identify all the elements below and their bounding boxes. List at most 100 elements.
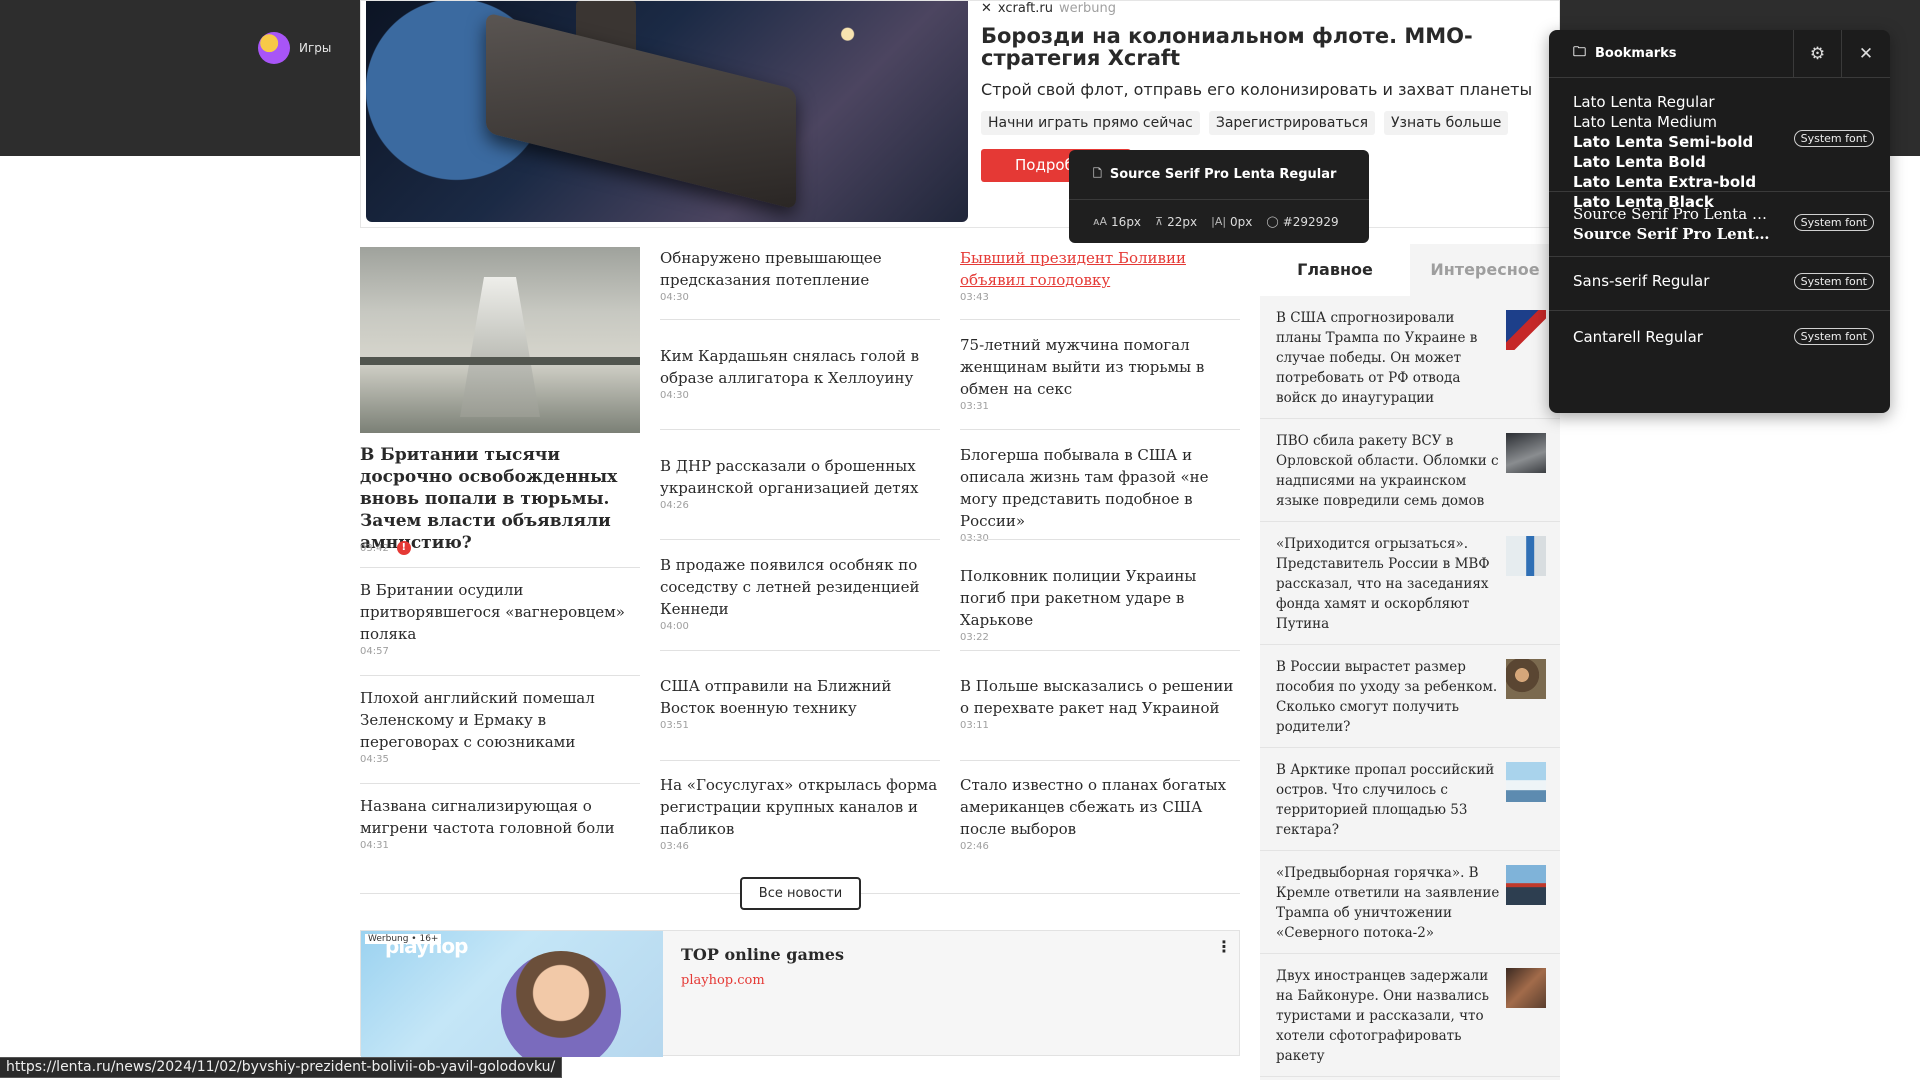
bookmark-font: Source Serif Pro Lenta Bla... [1573,225,1778,243]
bookmark-group-cantarell[interactable]: Cantarell Regular System font [1549,311,1890,365]
ad-title[interactable]: Борозди на колониальном флоте. ММО-страт… [981,25,1541,69]
news-item[interactable]: В ДНР рассказали о брошенных украинской … [660,455,940,511]
system-font-pill: System font [1793,328,1874,345]
divider [660,539,940,540]
bottom-ad-label: Werbung • 16+ [365,934,442,944]
news-item-time: 04:00 [660,621,689,632]
news-item-title: США отправили на Ближний Восток военную … [660,677,892,717]
news-item-title: Полковник полиции Украины погиб при раке… [960,567,1197,629]
news-item[interactable]: В продаже появился особняк по соседству … [660,554,940,632]
news-item[interactable]: США отправили на Ближний Восток военную … [660,675,940,731]
all-news-button[interactable]: Все новости [740,877,861,910]
news-item[interactable]: 75-летний мужчина помогал женщинам выйти… [960,334,1240,412]
sidebar-item[interactable]: В России вырастет размер пособия по уход… [1260,645,1560,748]
divider [960,650,1240,651]
bookmark-font: Lato Lenta Extra-bold [1573,173,1757,191]
ad-link-learn-more[interactable]: Узнать больше [1384,111,1509,135]
news-item-time: 04:30 [660,292,689,303]
news-item-title: Блогерша побывала в США и описала жизнь … [960,446,1209,530]
system-font-pill: System font [1793,273,1874,290]
bottom-ad-image[interactable]: playhop Werbung • 16+ [361,931,663,1057]
news-item[interactable]: В Британии осудили притворявшегося «вагн… [360,579,640,657]
sidebar-item[interactable]: «Предвыборная горячка». В Кремле ответил… [1260,851,1560,954]
more-options-icon[interactable]: ⋮ [1216,937,1232,956]
tab-interesting[interactable]: Интересное [1410,244,1560,296]
news-item-time: 03:11 [960,720,989,731]
sidebar-list: В США спрогнозировали планы Трампа по Ук… [1260,296,1560,1077]
news-item-time: 02:46 [960,841,989,852]
xcraft-logo-icon: ✕ [981,1,992,16]
sidebar-item-title: «Приходится огрызаться». Представитель Р… [1276,536,1490,632]
news-item-title: Обнаружено превышающее предсказания поте… [660,249,882,289]
line-height-metric: ⊼ 22px [1155,215,1197,229]
news-item-title: В Британии осудили притворявшегося «вагн… [360,581,625,643]
page-content: ✕ xcraft.ru werbung Борозди на колониаль… [360,0,1560,1080]
sidebar-item[interactable]: В Арктике пропал российский остров. Что … [1260,748,1560,851]
bookmarks-title: 🗀 Bookmarks [1549,30,1794,77]
bookmark-group-source-serif[interactable]: Source Serif Pro Lenta Reg... Source Ser… [1549,192,1890,257]
divider [360,675,640,676]
news-item[interactable]: На «Госуслугах» открылась форма регистра… [660,774,940,852]
sidebar-item[interactable]: «Приходится огрызаться». Представитель Р… [1260,522,1560,645]
bookmark-font: Lato Lenta Regular [1573,93,1715,111]
sidebar-tabs: Главное Интересное [1260,244,1560,296]
news-item[interactable]: Ким Кардашьян снялась голой в образе алл… [660,345,940,401]
settings-gear-icon[interactable]: ⚙ [1794,30,1842,77]
font-size-metric: ᴀA 16px [1093,215,1141,229]
lead-story-image[interactable] [360,247,640,433]
tooltip-metrics: ᴀA 16px ⊼ 22px |A| 0px ◯ #292929 [1069,200,1369,243]
bookmark-font: Lato Lenta Bold [1573,153,1706,171]
sidebar-thumbnail [1506,762,1546,802]
prison-rail [360,357,640,365]
bookmark-group-lato[interactable]: Lato Lenta Regular Lato Lenta Medium Lat… [1549,78,1890,211]
status-bar-url: https://lenta.ru/news/2024/11/02/byvshiy… [0,1057,563,1078]
sidebar-item-title: Двух иностранцев задержали на Байконуре.… [1276,968,1489,1064]
news-item-time: 03:31 [960,401,989,412]
bottom-ad-person [501,951,621,1057]
bottom-ad-title[interactable]: TOP online games [681,945,844,964]
ad-link-play[interactable]: Начни играть прямо сейчас [981,111,1200,135]
news-item[interactable]: Обнаружено превышающее предсказания поте… [660,247,940,303]
ad-source[interactable]: ✕ xcraft.ru werbung [981,1,1116,16]
news-item-time: 04:31 [360,840,389,851]
line-height-icon: ⊼ [1155,215,1164,228]
lead-story-time: 03:42 [360,542,389,554]
games-link[interactable]: Игры [258,32,331,64]
bottom-ad[interactable]: playhop Werbung • 16+ TOP online games p… [360,930,1240,1057]
news-item[interactable]: В Польше высказались о решении о перехва… [960,675,1240,731]
tab-main[interactable]: Главное [1260,244,1410,296]
divider [960,319,1240,320]
sidebar-item-title: «Предвыборная горячка». В Кремле ответил… [1276,865,1500,941]
sidebar-item[interactable]: В США спрогнозировали планы Трампа по Ук… [1260,296,1560,419]
lead-story-meta: 03:42 ! [360,541,411,555]
font-size-icon: ᴀA [1093,215,1108,228]
news-item-title: Названа сигнализирующая о мигрени частот… [360,797,615,837]
news-item[interactable]: Полковник полиции Украины погиб при раке… [960,565,1240,643]
font-size-value: 16px [1111,214,1142,229]
news-item-highlighted[interactable]: Бывший президент Боливии объявил голодов… [960,247,1240,303]
top-ad[interactable]: ✕ xcraft.ru werbung Борозди на колониаль… [360,0,1560,228]
sidebar-thumbnail [1506,865,1546,905]
lead-story-title[interactable]: В Британии тысячи досрочно освобожденных… [360,444,640,554]
sidebar-thumbnail [1506,659,1546,699]
news-item[interactable]: Блогерша побывала в США и описала жизнь … [960,444,1240,544]
news-item-title: Стало известно о планах богатых американ… [960,776,1227,838]
news-item-title: Бывший президент Боливии объявил голодов… [960,249,1186,289]
sidebar-item-title: В США спрогнозировали планы Трампа по Ук… [1276,310,1478,406]
font-inspector-tooltip: 🗋 Source Serif Pro Lenta Regular ᴀA 16px … [1069,150,1369,243]
ad-description: Строй свой флот, отправь его колонизиров… [981,80,1533,99]
games-label: Игры [299,41,332,55]
news-item[interactable]: Названа сигнализирующая о мигрени частот… [360,795,640,851]
bottom-ad-url[interactable]: playhop.com [681,973,765,988]
news-item[interactable]: Плохой английский помешал Зеленскому и Е… [360,687,640,765]
news-item-title: Ким Кардашьян снялась голой в образе алл… [660,347,920,387]
ad-image[interactable] [366,1,968,222]
bookmark-group-sans-serif[interactable]: Sans-serif Regular System font [1549,257,1890,311]
bookmark-font: Lato Lenta Medium [1573,113,1718,131]
sidebar-item[interactable]: ПВО сбила ракету ВСУ в Орловской области… [1260,419,1560,522]
close-icon[interactable]: ✕ [1842,30,1890,77]
ad-link-register[interactable]: Зарегистрироваться [1208,111,1376,135]
news-item[interactable]: Стало известно о планах богатых американ… [960,774,1240,852]
sidebar-thumbnail [1506,310,1546,350]
sidebar-item[interactable]: Двух иностранцев задержали на Байконуре.… [1260,954,1560,1077]
